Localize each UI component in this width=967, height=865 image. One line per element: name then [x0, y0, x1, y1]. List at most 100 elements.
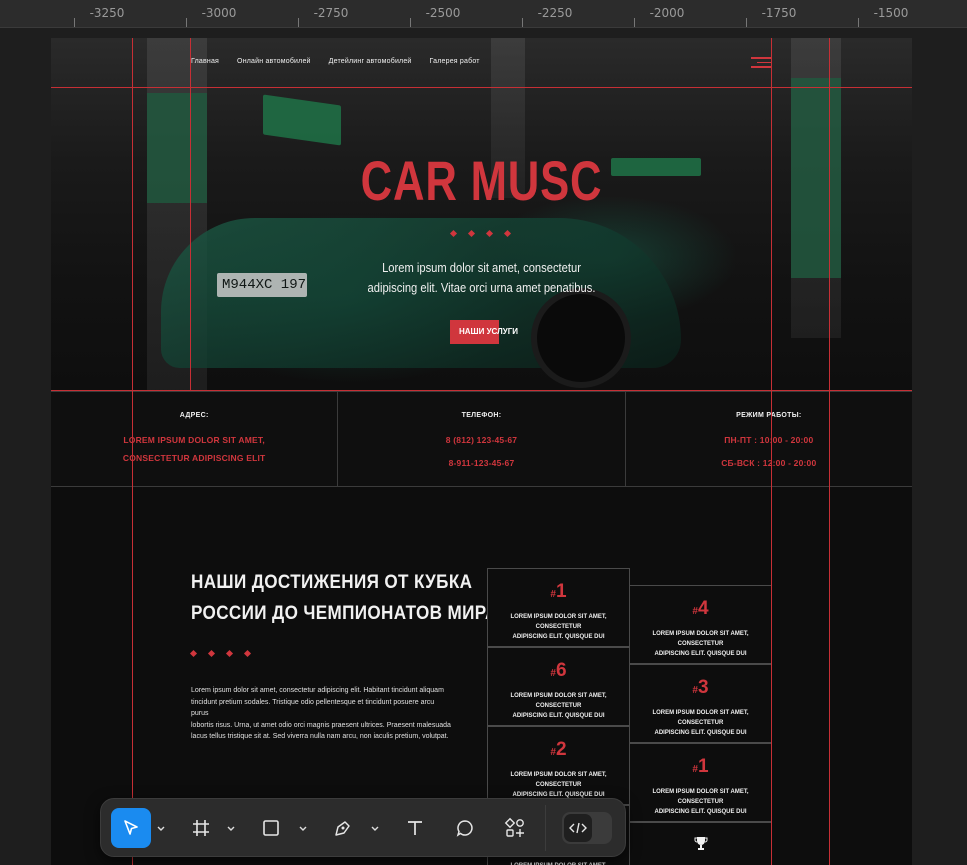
card-rank: 2: [555, 739, 567, 760]
ruler-label: -2500: [425, 6, 461, 20]
nav-item-gallery[interactable]: Галерея работ: [430, 58, 480, 65]
hero-section: М944ХС 197 Главная Онлайн автомобилей Де…: [51, 38, 912, 391]
comment-tool[interactable]: [445, 808, 485, 848]
card-rank: 3: [697, 677, 709, 698]
chevron-down-icon[interactable]: [370, 823, 380, 833]
hours-block: РЕЖИМ РАБОТЫ: ПН-ПТ : 10:00 - 20:00 СБ-В…: [626, 392, 912, 486]
design-toolbar: [100, 798, 626, 857]
card-text: ADIPISCING ELIT. QUISQUE DUI: [512, 634, 605, 640]
hero-title: CAR MUSC: [360, 149, 603, 212]
layout-guide: [771, 38, 772, 865]
achievements-text-line: tincidunt pretium sodales. Tristique odi…: [191, 698, 435, 718]
card-text: LOREM IPSUM DOLOR SIT AMET, CONSECTETUR: [652, 710, 749, 726]
dev-mode-toggle[interactable]: [562, 812, 612, 844]
card-text: LOREM IPSUM DOLOR SIT AMET, CONSECTETUR: [652, 789, 749, 805]
dev-mode-icon: [569, 822, 587, 834]
card-text: LOREM IPSUM DOLOR SIT AMET, CONSECTETUR: [510, 772, 607, 788]
layout-guide: [51, 87, 912, 88]
services-button[interactable]: НАШИ УСЛУГИ: [450, 320, 518, 344]
achievement-card[interactable]: #2 LOREM IPSUM DOLOR SIT AMET, CONSECTET…: [487, 726, 630, 805]
nav-item-online[interactable]: Онлайн автомобилей: [237, 58, 311, 65]
phone-value: 8 (812) 123-45-67: [445, 435, 518, 445]
achievements-text-line: Lorem ipsum dolor sit amet, consectetur …: [191, 687, 444, 694]
achievements-title: НАШИ ДОСТИЖЕНИЯ ОТ КУБКА РОССИИ ДО ЧЕМПИ…: [191, 567, 498, 629]
frame-tool[interactable]: [181, 808, 221, 848]
achievements-title-line: НАШИ ДОСТИЖЕНИЯ ОТ КУБКА: [191, 572, 473, 593]
phone-block: ТЕЛЕФОН: 8 (812) 123-45-67 8-911-123-45-…: [338, 392, 626, 486]
card-text: ADIPISCING ELIT. QUISQUE DUI: [654, 809, 747, 815]
achievement-card[interactable]: #4 LOREM IPSUM DOLOR SIT AMET, CONSECTET…: [629, 585, 772, 664]
frame-icon: [193, 820, 209, 836]
pen-tool[interactable]: [323, 808, 363, 848]
address-value: CONSECTETUR ADIPISCING ELIT: [122, 453, 266, 463]
decorative-diamonds: [189, 649, 252, 658]
card-text: LOREM IPSUM DOLOR SIT AMET, CONSECTETUR: [510, 693, 607, 709]
rectangle-icon: [263, 820, 279, 836]
card-rank: 4: [697, 598, 709, 619]
trophy-icon: [694, 837, 708, 850]
nav-item-detailing[interactable]: Детейлинг автомобилей: [329, 58, 412, 65]
top-navigation: Главная Онлайн автомобилей Детейлинг авт…: [191, 58, 480, 65]
achievements-title-line: РОССИИ ДО ЧЕМПИОНАТОВ МИРА: [191, 603, 498, 624]
hours-value: СБ-ВСК : 12:00 - 20:00: [721, 458, 817, 468]
components-tool[interactable]: [495, 808, 535, 848]
chevron-down-icon[interactable]: [298, 823, 308, 833]
layout-guide: [51, 390, 912, 391]
contact-info-bar: АДРЕС: LOREM IPSUM DOLOR SIT AMET, CONSE…: [51, 391, 912, 487]
ruler-label: -3000: [201, 6, 237, 20]
card-text: LOREM IPSUM DOLOR SIT AMET, CONSECTETUR: [510, 614, 607, 630]
chevron-down-icon[interactable]: [226, 823, 236, 833]
phone-label: ТЕЛЕФОН:: [461, 412, 502, 419]
achievement-card[interactable]: #1 LOREM IPSUM DOLOR SIT AMET, CONSECTET…: [629, 743, 772, 822]
achievements-text: Lorem ipsum dolor sit amet, consectetur …: [191, 685, 451, 743]
chevron-down-icon[interactable]: [156, 823, 166, 833]
address-label: АДРЕС:: [179, 412, 209, 419]
card-text: ADIPISCING ELIT. QUISQUE DUI: [654, 730, 747, 736]
pen-icon: [335, 821, 350, 836]
text-icon: [408, 821, 422, 835]
nav-item-home[interactable]: Главная: [191, 58, 219, 65]
layout-guide: [132, 38, 133, 865]
card-text: ADIPISCING ELIT. QUISQUE DUI: [512, 713, 605, 719]
phone-value: 8-911-123-45-67: [448, 458, 515, 468]
comment-icon: [456, 820, 473, 837]
ruler-label: -3250: [89, 6, 125, 20]
landing-page-frame[interactable]: М944ХС 197 Главная Онлайн автомобилей Де…: [51, 38, 912, 865]
achievement-card[interactable]: [629, 822, 772, 865]
card-rank: 6: [555, 660, 567, 681]
ruler-label: -2750: [313, 6, 349, 20]
card-text: ADIPISCING ELIT. QUISQUE DUI: [654, 651, 747, 657]
card-text: LOREM IPSUM DOLOR SIT AMET, CONSECTETUR: [496, 861, 621, 865]
achievement-card[interactable]: #6 LOREM IPSUM DOLOR SIT AMET, CONSECTET…: [487, 647, 630, 726]
hero-subtitle-line: adipiscing elit. Vitae orci urna amet pe…: [367, 280, 596, 295]
card-text: LOREM IPSUM DOLOR SIT AMET, CONSECTETUR: [652, 631, 749, 647]
achievement-card[interactable]: #3 LOREM IPSUM DOLOR SIT AMET, CONSECTET…: [629, 664, 772, 743]
card-rank: 1: [555, 581, 567, 602]
ruler-label: -1500: [873, 6, 909, 20]
achievement-card[interactable]: #1 LOREM IPSUM DOLOR SIT AMET, CONSECTET…: [487, 568, 630, 647]
components-icon: [504, 817, 524, 837]
layout-guide: [829, 38, 830, 865]
hero-subtitle-line: Lorem ipsum dolor sit amet, consectetur: [382, 260, 581, 275]
hours-label: РЕЖИМ РАБОТЫ:: [736, 412, 802, 419]
achievements-text-line: lobortis risus. Urna, ut amet odio orci …: [191, 721, 451, 729]
address-block: АДРЕС: LOREM IPSUM DOLOR SIT AMET, CONSE…: [51, 392, 339, 486]
hero-subtitle: Lorem ipsum dolor sit amet, consectetur …: [111, 258, 851, 298]
car-wheel: [531, 288, 631, 388]
move-tool[interactable]: [111, 808, 151, 848]
hours-value: ПН-ПТ : 10:00 - 20:00: [724, 435, 814, 445]
layout-guide: [190, 38, 191, 391]
address-value: LOREM IPSUM DOLOR SIT AMET,: [123, 435, 265, 445]
text-tool[interactable]: [395, 808, 435, 848]
card-rank: 1: [697, 756, 709, 777]
menu-icon[interactable]: [751, 57, 771, 69]
exit-sign: [263, 94, 341, 146]
horizontal-ruler: -3250 -3000 -2750 -2500 -2250 -2000 -175…: [0, 0, 967, 28]
toolbar-divider: [545, 805, 546, 851]
rectangle-tool[interactable]: [251, 808, 291, 848]
ruler-label: -1750: [761, 6, 797, 20]
ruler-label: -2250: [537, 6, 573, 20]
figma-canvas: -3250 -3000 -2750 -2500 -2250 -2000 -175…: [0, 0, 967, 865]
achievements-text-line: lacus tellus tristique sit at. Sed viver…: [191, 733, 449, 740]
move-icon: [124, 820, 138, 835]
